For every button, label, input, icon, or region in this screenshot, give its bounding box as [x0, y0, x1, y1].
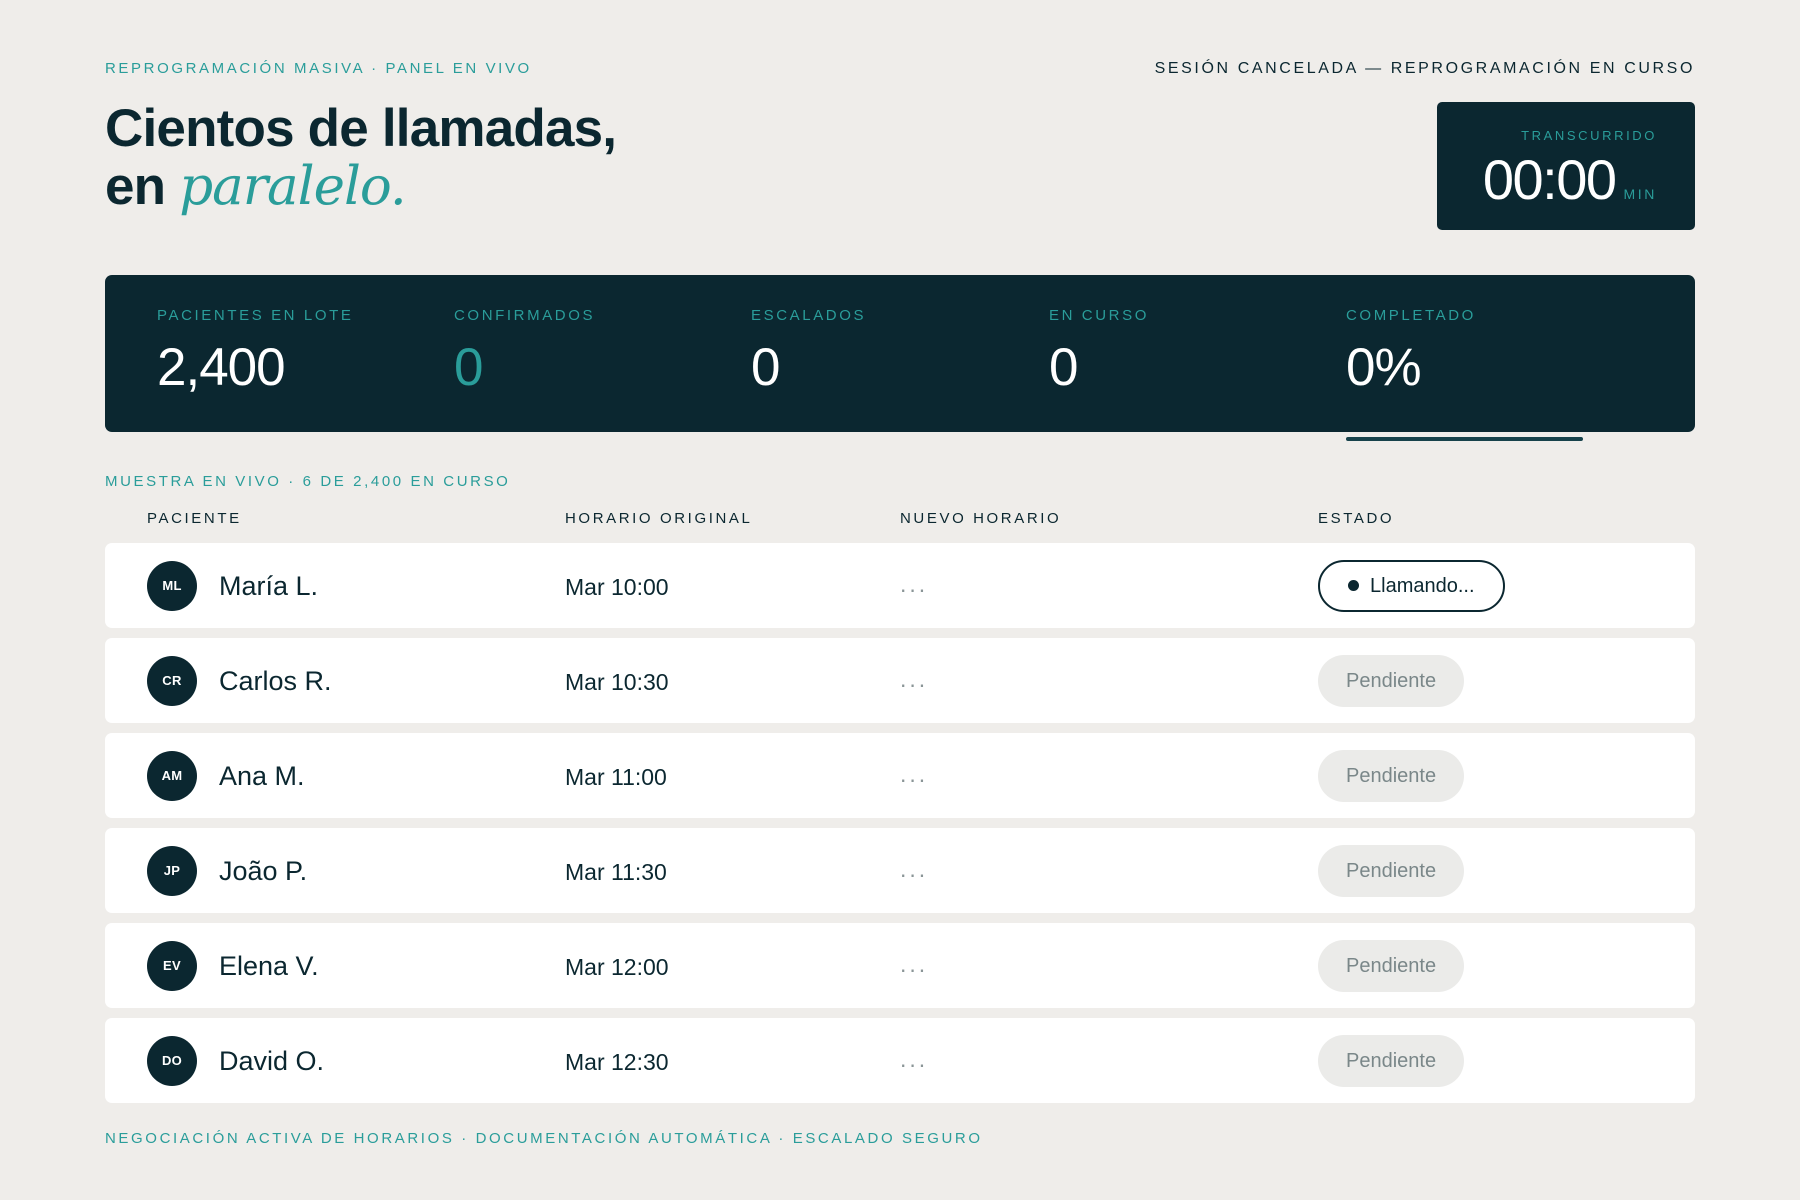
original-time: Mar 11:00	[565, 764, 667, 790]
patient-name: Carlos R.	[219, 666, 332, 696]
session-status: SESIÓN CANCELADA — REPROGRAMACIÓN EN CUR…	[1154, 60, 1695, 77]
status-badge: Pendiente	[1318, 750, 1465, 802]
patient-table: ML María L. Mar 10:00 ... Llamando... CR…	[105, 543, 1695, 1113]
timer-value: 00:00	[1482, 148, 1617, 211]
stat-batch-label: PACIENTES EN LOTE	[157, 307, 354, 324]
title-line-2-accent: paralelo.	[179, 156, 407, 217]
stat-escalated: ESCALADOS 0	[751, 307, 866, 398]
original-time: Mar 11:30	[565, 859, 667, 885]
stat-confirmed-label: CONFIRMADOS	[454, 307, 596, 324]
new-time: ...	[900, 856, 929, 882]
dashboard: REPROGRAMACIÓN MASIVA · PANEL EN VIVO SE…	[105, 0, 1695, 1200]
page-eyebrow: REPROGRAMACIÓN MASIVA · PANEL EN VIVO	[105, 60, 532, 77]
calling-dot-icon	[1348, 580, 1359, 591]
new-time: ...	[900, 666, 929, 692]
status-badge: Pendiente	[1318, 940, 1465, 992]
new-time: ...	[900, 951, 929, 977]
original-time: Mar 10:00	[565, 574, 669, 600]
page-title: Cientos de llamadas, en paralelo.	[105, 99, 617, 217]
status-badge-label: Llamando...	[1370, 575, 1475, 597]
avatar: JP	[147, 846, 197, 896]
stat-in-progress-label: EN CURSO	[1049, 307, 1149, 324]
stat-completed-value: 0%	[1346, 338, 1422, 397]
new-time: ...	[900, 1046, 929, 1072]
table-row[interactable]: EV Elena V. Mar 12:00 ... Pendiente	[105, 923, 1695, 1008]
original-time: Mar 10:30	[565, 669, 669, 695]
table-row[interactable]: DO David O. Mar 12:30 ... Pendiente	[105, 1018, 1695, 1103]
stat-in-progress-value: 0	[1049, 338, 1078, 397]
stat-confirmed: CONFIRMADOS 0	[454, 307, 595, 398]
stat-completed-label: COMPLETADO	[1346, 307, 1476, 324]
completion-progress-bar	[1346, 437, 1583, 441]
live-sample-label: MUESTRA EN VIVO · 6 DE 2,400 EN CURSO	[105, 473, 511, 490]
patient-name: Ana M.	[219, 761, 305, 791]
timer-label: TRANSCURRIDO	[1521, 128, 1657, 143]
status-badge: Pendiente	[1318, 1035, 1465, 1087]
avatar: ML	[147, 561, 197, 611]
new-time: ...	[900, 761, 929, 787]
table-row[interactable]: CR Carlos R. Mar 10:30 ... Pendiente	[105, 638, 1695, 723]
stat-in-progress: EN CURSO 0	[1049, 307, 1149, 398]
stats-panel: PACIENTES EN LOTE 2,400 CONFIRMADOS 0 ES…	[105, 275, 1695, 441]
status-badge: Llamando...	[1318, 560, 1505, 612]
avatar: DO	[147, 1036, 197, 1086]
avatar: AM	[147, 751, 197, 801]
table-row[interactable]: JP João P. Mar 11:30 ... Pendiente	[105, 828, 1695, 913]
status-badge: Pendiente	[1318, 845, 1465, 897]
timer-row: 00:00 MIN	[1475, 149, 1657, 211]
footer-features: NEGOCIACIÓN ACTIVA DE HORARIOS · DOCUMEN…	[105, 1130, 983, 1147]
column-header-new-time: NUEVO HORARIO	[900, 510, 1062, 527]
patient-name: María L.	[219, 571, 319, 601]
column-header-original-time: HORARIO ORIGINAL	[565, 510, 753, 527]
original-time: Mar 12:00	[565, 954, 669, 980]
column-header-status: ESTADO	[1318, 510, 1395, 527]
timer-unit: MIN	[1623, 186, 1657, 202]
patient-name: David O.	[219, 1046, 325, 1076]
title-line-1: Cientos de llamadas,	[105, 99, 617, 158]
column-header-patient: PACIENTE	[147, 510, 242, 527]
avatar: CR	[147, 656, 197, 706]
status-badge: Pendiente	[1318, 655, 1465, 707]
avatar: EV	[147, 941, 197, 991]
table-row[interactable]: AM Ana M. Mar 11:00 ... Pendiente	[105, 733, 1695, 818]
stat-escalated-label: ESCALADOS	[751, 307, 867, 324]
new-time: ...	[900, 571, 929, 597]
original-time: Mar 12:30	[565, 1049, 669, 1075]
stat-batch-value: 2,400	[157, 338, 286, 397]
stat-confirmed-value: 0	[454, 338, 483, 397]
stat-batch: PACIENTES EN LOTE 2,400	[157, 307, 353, 398]
table-row[interactable]: ML María L. Mar 10:00 ... Llamando...	[105, 543, 1695, 628]
patient-name: Elena V.	[219, 951, 319, 981]
title-line-2-prefix: en	[105, 157, 180, 216]
patient-name: João P.	[219, 856, 308, 886]
elapsed-timer: TRANSCURRIDO 00:00 MIN	[1437, 102, 1695, 230]
stat-completed: COMPLETADO 0%	[1346, 307, 1586, 447]
stat-escalated-value: 0	[751, 338, 780, 397]
